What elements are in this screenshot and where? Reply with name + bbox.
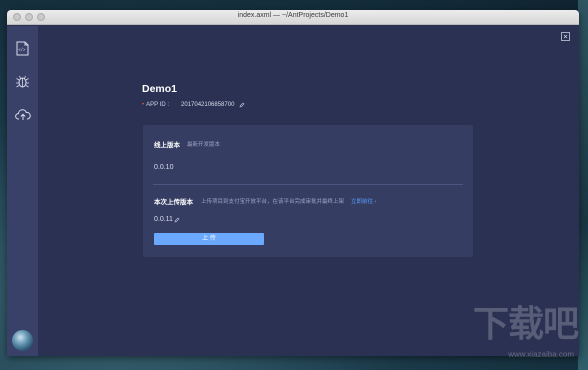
window-title: index.axml — ~/AntProjects/Demo1 (237, 12, 349, 19)
avatar[interactable] (12, 330, 33, 351)
chevron-right-icon: › (374, 199, 377, 205)
desktop-background (578, 0, 588, 370)
upload-button[interactable]: 上 传 (154, 233, 264, 245)
online-version-value: 0.0.10 (154, 164, 174, 171)
upload-version-value: 0.0.11 (154, 216, 173, 223)
app-id-row: • APP ID : 2017042106858700 (142, 102, 245, 108)
online-version-subtitle: 最新开发版本 (187, 142, 221, 148)
bug-icon (16, 75, 29, 88)
upload-version-title: 本次上传版本 (154, 199, 193, 206)
go-now-link[interactable]: 立即前往 › (351, 197, 376, 205)
collapse-panel-icon[interactable] (561, 32, 570, 41)
edit-version-icon[interactable] (174, 217, 180, 223)
online-version-title: 线上版本 (154, 142, 180, 149)
version-card: 线上版本 最新开发版本 0.0.10 本次上传版本 上传项目到支付宝开放平台，在… (143, 125, 473, 257)
sidebar: </> (7, 26, 38, 356)
cloud-upload-icon (14, 109, 31, 120)
watermark-url: www.xiazaiba.com (508, 350, 574, 359)
page-title: Demo1 (142, 83, 178, 95)
svg-text:</>: </> (18, 47, 26, 52)
title-bar: index.axml — ~/AntProjects/Demo1 (7, 10, 579, 25)
watermark-logo: 下载吧 (472, 303, 579, 344)
divider (153, 184, 463, 185)
app-id-value: 2017042106858700 (181, 102, 235, 108)
sidebar-item-editor[interactable]: </> (14, 40, 31, 57)
sidebar-item-upload[interactable] (14, 106, 31, 123)
go-now-label: 立即前往 (351, 199, 374, 205)
sidebar-item-debug[interactable] (14, 73, 31, 90)
edit-icon[interactable] (239, 102, 245, 108)
required-dot: • (142, 102, 145, 108)
app-id-label: APP ID : (146, 102, 170, 108)
upload-version-hint: 上传项目到支付宝开放平台，在该平台完成审批并最终上架 (201, 199, 345, 205)
file-code-icon: </> (16, 41, 29, 56)
